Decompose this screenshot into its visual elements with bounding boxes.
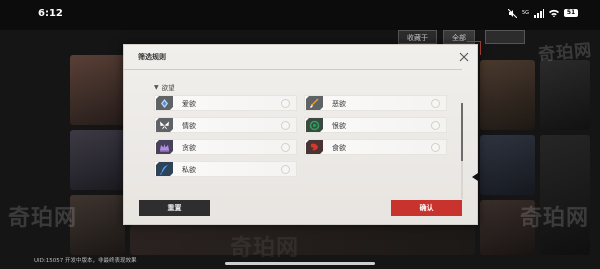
option-hatred[interactable]: 恨欲 <box>304 117 447 133</box>
character-card[interactable] <box>480 135 535 195</box>
fang-icon <box>306 140 323 154</box>
close-button[interactable] <box>457 49 471 63</box>
mute-icon <box>507 8 517 18</box>
option-radio[interactable] <box>281 121 290 130</box>
scrollbar-thumb[interactable] <box>461 103 463 161</box>
option-radio[interactable] <box>281 99 290 108</box>
option-radio[interactable] <box>281 143 290 152</box>
character-card[interactable] <box>540 135 590 255</box>
status-time: 6:12 <box>38 8 63 19</box>
butterfly-icon <box>156 118 173 132</box>
character-card[interactable] <box>540 60 590 130</box>
section-title: 欲望 <box>161 84 175 92</box>
option-malice[interactable]: 恶欲 <box>304 95 447 111</box>
crown-icon <box>156 140 173 154</box>
section-header-desire[interactable]: ▼ 欲望 <box>154 82 175 93</box>
option-label: 情欲 <box>182 122 196 130</box>
dialog-header: 筛选规则 <box>124 45 477 67</box>
battery-icon: 51 <box>564 9 578 17</box>
uid-text: UID:15057 开发中版本，非最终表现效果 <box>34 258 137 264</box>
watermark: 奇珀网 <box>230 236 300 261</box>
dialog-title: 筛选规则 <box>138 53 166 61</box>
character-card[interactable] <box>70 130 125 190</box>
character-card[interactable] <box>70 55 125 125</box>
confirm-button[interactable]: 确认 <box>391 200 462 216</box>
option-label: 恨欲 <box>332 122 346 130</box>
network-type-label: 5G <box>521 9 529 16</box>
heart-gem-icon <box>156 96 173 110</box>
option-radio[interactable] <box>431 143 440 152</box>
option-gluttony[interactable]: 食欲 <box>304 139 447 155</box>
home-indicator[interactable] <box>225 262 375 265</box>
option-label: 贪欲 <box>182 144 196 152</box>
close-icon <box>459 52 469 62</box>
watermark: 奇珀网 <box>520 206 590 231</box>
option-label: 恶欲 <box>332 100 346 108</box>
swirl-icon <box>306 118 323 132</box>
option-passion[interactable]: 情欲 <box>154 117 297 133</box>
watermark: 奇珀网 <box>8 206 78 231</box>
side-arrow-icon[interactable] <box>472 173 478 181</box>
chevron-down-icon: ▼ <box>154 83 159 91</box>
character-card[interactable] <box>480 60 535 130</box>
signal-icon <box>534 8 544 18</box>
option-label: 食欲 <box>332 144 346 152</box>
option-love[interactable]: 爱欲 <box>154 95 297 111</box>
scrollbar[interactable] <box>461 103 463 199</box>
watermark: 奇珀网 <box>537 40 593 66</box>
filter-dialog: 筛选规则 ▼ 欲望 爱欲 恶欲 情欲 恨欲 贪欲 食欲 私欲 重置 确认 <box>123 41 481 225</box>
option-radio[interactable] <box>431 99 440 108</box>
filter-options-area[interactable]: ▼ 欲望 爱欲 恶欲 情欲 恨欲 贪欲 食欲 私欲 <box>154 77 464 217</box>
tab-favorites[interactable]: 收藏于 <box>398 30 437 44</box>
header-divider <box>124 69 462 70</box>
option-radio[interactable] <box>281 165 290 174</box>
option-radio[interactable] <box>431 121 440 130</box>
option-selfishness[interactable]: 私欲 <box>154 161 297 177</box>
dagger-icon <box>306 96 323 110</box>
character-card[interactable] <box>130 225 475 255</box>
option-label: 私欲 <box>182 166 196 174</box>
feather-pen-icon <box>156 162 173 176</box>
option-label: 爱欲 <box>182 100 196 108</box>
tab-filter[interactable] <box>485 30 525 44</box>
option-greed[interactable]: 贪欲 <box>154 139 297 155</box>
wifi-icon <box>549 9 559 17</box>
character-card[interactable] <box>70 195 125 255</box>
reset-button[interactable]: 重置 <box>139 200 210 216</box>
status-icons: 5G 51 <box>507 7 578 19</box>
